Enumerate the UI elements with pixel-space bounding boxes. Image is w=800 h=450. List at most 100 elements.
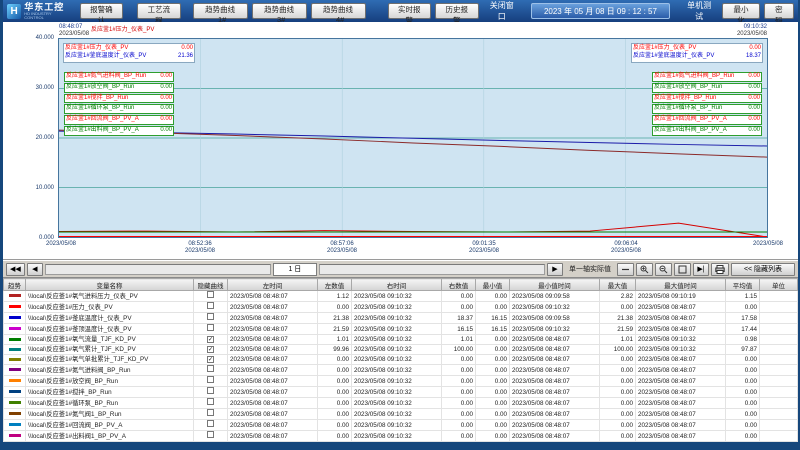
table-row[interactable]: \\local\反应釜1#压力_仪表_PV2023/05/08 08:48:07… [4, 302, 798, 313]
nav-button-5[interactable]: 趋势曲线_4# [311, 3, 366, 19]
table-row[interactable]: \\local\反应釜1#氮气阀1_BP_Run2023/05/08 08:48… [4, 409, 798, 420]
trend-color-swatch [9, 423, 21, 426]
column-header[interactable]: 最大值时间 [636, 279, 726, 291]
hide-list-button[interactable]: << 隐藏列表 [731, 263, 795, 276]
page-next-button[interactable]: ▶ [547, 263, 563, 276]
left-value: 0.00 [318, 431, 352, 442]
table-row[interactable]: \\local\反应釜1#放空阀_BP_Run2023/05/08 08:48:… [4, 376, 798, 387]
zoom-reset-button[interactable] [674, 263, 691, 276]
hide-curve-checkbox[interactable] [207, 291, 214, 298]
zoom-in-button[interactable] [636, 263, 653, 276]
right-time: 2023/05/08 09:10:32 [352, 302, 442, 313]
hide-curve-checkbox[interactable] [207, 387, 214, 394]
table-row[interactable]: \\local\反应釜1#氧气单批累计_TJF_KD_PV✓2023/05/08… [4, 355, 798, 365]
nav-button-6[interactable]: 实时报警 [388, 3, 432, 19]
nav-button-3[interactable]: 趋势曲线_1# [193, 3, 248, 19]
min-time: 2023/05/08 08:48:07 [510, 398, 600, 409]
table-row[interactable]: \\local\反应釜1#釜顶温度计_仪表_PV2023/05/08 08:48… [4, 324, 798, 335]
standalone-test-button[interactable]: 单机测试 [680, 0, 718, 22]
right-value: 0.00 [442, 387, 476, 398]
column-header[interactable]: 趋势 [4, 279, 26, 291]
column-header[interactable]: 左数值 [318, 279, 352, 291]
hide-curve-checkbox[interactable]: ✓ [207, 336, 214, 343]
hide-curve-checkbox[interactable] [207, 409, 214, 416]
nav-button-4[interactable]: 趋势曲线_3# [252, 3, 307, 19]
hide-curve-checkbox[interactable]: ✓ [207, 346, 214, 353]
hide-curve-checkbox[interactable] [207, 365, 214, 372]
hide-curve-checkbox[interactable] [207, 302, 214, 309]
nav-button-2[interactable]: 工艺流程 [137, 3, 181, 19]
left-value: 0.00 [318, 302, 352, 313]
column-header[interactable]: 隐藏曲线 [194, 279, 228, 291]
hide-curve-checkbox[interactable]: ✓ [207, 356, 214, 363]
unit [760, 291, 798, 302]
time-scrollbar[interactable] [45, 264, 271, 275]
print-button[interactable] [711, 263, 729, 276]
trend-color-cell [4, 345, 26, 355]
column-header[interactable]: 单位 [760, 279, 798, 291]
hide-curve-checkbox[interactable] [207, 431, 214, 438]
left-time: 2023/05/08 08:48:07 [228, 291, 318, 302]
right-value: 0.00 [442, 376, 476, 387]
variable-name: \\local\反应釜1#循环泵_BP_Run [26, 398, 194, 409]
time-span-box[interactable]: 1 日 [273, 263, 317, 276]
hide-curve-checkbox[interactable] [207, 324, 214, 331]
hide-curve-checkbox[interactable] [207, 313, 214, 320]
avg-value: 0.00 [726, 376, 760, 387]
left-value: 0.00 [318, 376, 352, 387]
table-row[interactable]: \\local\反应釜1#搅拌_BP_Run2023/05/08 08:48:0… [4, 387, 798, 398]
table-row[interactable]: \\local\反应釜1#氧气累计_TJF_KD_PV✓2023/05/08 0… [4, 345, 798, 355]
minimize-button[interactable]: 最小化 [722, 3, 759, 19]
column-header[interactable]: 最小值时间 [510, 279, 600, 291]
plot-area[interactable]: 反应釜1#压力_仪表_PV0.00反应釜1#釜底温度计_仪表_PV21.36 反… [58, 38, 768, 238]
time-scrollbar-right[interactable] [319, 264, 545, 275]
max-time: 2023/05/08 08:48:07 [636, 376, 726, 387]
right-time: 2023/05/08 09:10:32 [352, 420, 442, 431]
hide-curve-checkbox[interactable] [207, 398, 214, 405]
min-value: 0.00 [476, 420, 510, 431]
page-first-button[interactable]: ◀◀ [6, 263, 25, 276]
password-button[interactable]: 密码 [764, 3, 794, 19]
column-header[interactable]: 左时间 [228, 279, 318, 291]
column-header[interactable]: 平均值 [726, 279, 760, 291]
column-header[interactable]: 最小值 [476, 279, 510, 291]
logo-icon: H [7, 4, 21, 19]
variable-name: \\local\反应釜1#氧气流量_TJF_KD_PV [26, 335, 194, 345]
hide-curve-checkbox[interactable] [207, 420, 214, 427]
zoom-reset-icon [678, 265, 687, 274]
hide-curve-cell [194, 431, 228, 442]
column-header[interactable]: 变量名称 [26, 279, 194, 291]
min-time: 2023/05/08 08:48:07 [510, 345, 600, 355]
legend-left-status: 反应釜1#氮气进料阀_BP_Run0.00反应釜1#放空阀_BP_Run0.00… [63, 71, 175, 138]
nav-button-7[interactable]: 历史报警 [435, 3, 479, 19]
max-value: 0.00 [600, 376, 636, 387]
left-time: 2023/05/08 08:48:07 [228, 365, 318, 376]
x-tick: 08:52:362023/05/08 [170, 241, 230, 255]
legend-row: 反应釜1#搅拌_BP_Run0.00 [652, 94, 762, 104]
close-window-button[interactable]: 关闭窗口 [483, 0, 521, 22]
column-header[interactable]: 右数值 [442, 279, 476, 291]
trend-color-cell [4, 335, 26, 345]
hide-curve-checkbox[interactable] [207, 376, 214, 383]
x-tick: 09:06:042023/05/08 [596, 241, 656, 255]
nav-button-1[interactable]: 报警确认 [80, 3, 124, 19]
page-end-button[interactable]: ▶| [693, 263, 709, 276]
table-row[interactable]: \\local\反应釜1#回流阀_BP_PV_A2023/05/08 08:48… [4, 420, 798, 431]
table-row[interactable]: \\local\反应釜1#釜底温度计_仪表_PV2023/05/08 08:48… [4, 313, 798, 324]
table-row[interactable]: \\local\反应釜1#循环泵_BP_Run 2023/05/08 08:48:… [4, 398, 798, 409]
variable-name: \\local\反应釜1#出料阀1_BP_PV_A [26, 431, 194, 442]
min-value: 0.00 [476, 398, 510, 409]
table-row[interactable]: \\local\反应釜1#氧气流量_TJF_KD_PV✓2023/05/08 0… [4, 335, 798, 345]
table-row[interactable]: \\local\反应釜1#氮气进料阀_BP_Run2023/05/08 08:4… [4, 365, 798, 376]
column-header[interactable]: 最大值 [600, 279, 636, 291]
zoom-range-button[interactable] [617, 263, 634, 276]
column-header[interactable]: 右时间 [352, 279, 442, 291]
chart-end-time: 09:10:32 [717, 24, 767, 30]
zoom-out-button[interactable] [655, 263, 672, 276]
max-value: 0.00 [600, 302, 636, 313]
legend-row: 反应釜1#回流阀_BP_PV_A0.00 [64, 115, 174, 125]
table-row[interactable]: \\local\反应釜1#氧气进料压力_仪表_PV2023/05/08 08:4… [4, 291, 798, 302]
min-time: 2023/05/08 08:48:07 [510, 365, 600, 376]
table-row[interactable]: \\local\反应釜1#出料阀1_BP_PV_A2023/05/08 08:4… [4, 431, 798, 442]
page-prev-button[interactable]: ◀ [27, 263, 43, 276]
